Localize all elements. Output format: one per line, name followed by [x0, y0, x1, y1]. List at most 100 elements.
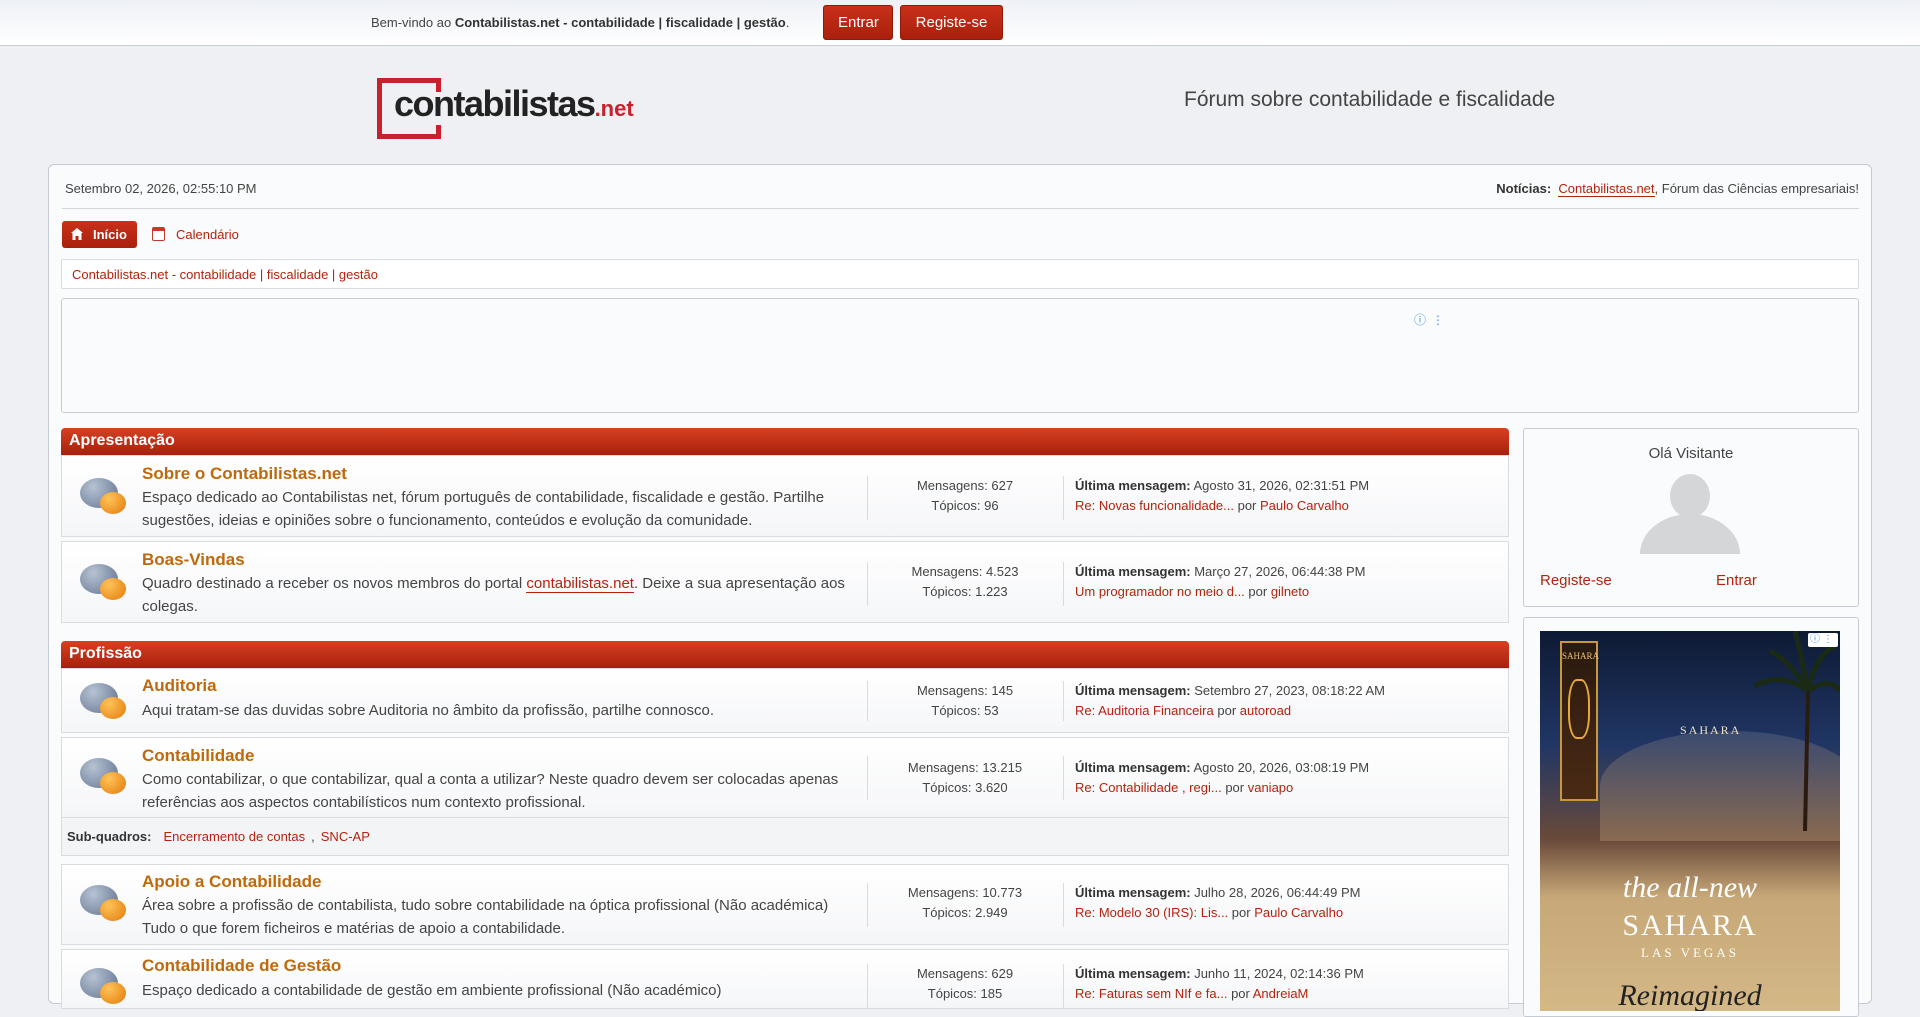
ad-headline-2: SAHARA [1622, 909, 1758, 942]
board-posts: Mensagens: 629 [916, 966, 1014, 981]
userbox-register-link[interactable]: Registe-se [1540, 572, 1612, 589]
last-post-label: Última mensagem: [1075, 683, 1191, 698]
logo-text: contabilistas.net [394, 83, 634, 125]
board-title-link[interactable]: Contabilidade de Gestão [142, 956, 341, 976]
calendar-icon [152, 227, 165, 241]
register-button[interactable]: Registe-se [900, 5, 1003, 40]
welcome-prefix: Bem-vindo ao [371, 15, 455, 30]
userbox-login-link[interactable]: Entrar [1716, 572, 1757, 589]
welcome-suffix: . [785, 15, 790, 30]
board-posts: Mensagens: 13.215 [907, 760, 1023, 775]
ad-info-icon[interactable]: ⓘ⋮ [1414, 311, 1450, 328]
nav-calendar-label: Calendário [176, 227, 239, 242]
user-box: Olá Visitante Registe-se Entrar [1523, 428, 1859, 607]
board-title-link[interactable]: Sobre o Contabilistas.net [142, 464, 347, 484]
last-post-date: Março 27, 2026, 06:44:38 PM [1190, 564, 1366, 579]
board-icon [80, 758, 128, 800]
current-datetime: Setembro 02, 2026, 02:55:10 PM [65, 181, 257, 196]
board-divider [867, 562, 868, 606]
ad-choices-icon[interactable]: ⓘ⋮ [1808, 633, 1838, 647]
board-last-post: Última mensagem: Agosto 20, 2026, 03:08:… [1075, 758, 1505, 798]
last-post-topic-link[interactable]: Re: Novas funcionalidade... [1075, 498, 1234, 513]
last-post-topic-link[interactable]: Um programador no meio d... [1075, 584, 1245, 599]
site-logo[interactable]: contabilistas.net [377, 78, 637, 140]
last-post-by: por [1233, 498, 1260, 513]
news-text: , Fórum das Ciências empresariais! [1654, 181, 1859, 196]
welcome-message: Bem-vindo ao Contabilistas.net - contabi… [371, 15, 789, 30]
home-icon [71, 228, 83, 240]
board-title-link[interactable]: Auditoria [142, 676, 217, 696]
board-title-link[interactable]: Apoio a Contabilidade [142, 872, 321, 892]
last-post-user-link[interactable]: gilneto [1271, 584, 1309, 599]
board-last-post: Última mensagem: Agosto 31, 2026, 02:31:… [1075, 476, 1505, 516]
board-icon [80, 478, 128, 520]
board-posts: Mensagens: 627 [916, 478, 1014, 493]
last-post-label: Última mensagem: [1075, 966, 1191, 981]
last-post-date: Junho 11, 2024, 02:14:36 PM [1190, 966, 1364, 981]
board-description: Espaço dedicado a contabilidade de gestã… [142, 982, 722, 999]
last-post-topic-link[interactable]: Re: Contabilidade , regi... [1075, 780, 1222, 795]
last-post-by: por [1213, 703, 1240, 718]
board-posts: Mensagens: 10.773 [907, 885, 1023, 900]
board-description-link[interactable]: contabilistas.net [526, 575, 634, 593]
last-post-user-link[interactable]: AndreiaM [1253, 986, 1309, 1001]
board-description: Quadro destinado a receber os novos memb… [142, 572, 857, 618]
board-last-post: Última mensagem: Setembro 27, 2023, 08:1… [1075, 681, 1505, 721]
board-description: Área sobre a profissão de contabilista, … [142, 897, 829, 937]
logo-tld: .net [594, 96, 634, 121]
last-post-label: Última mensagem: [1075, 478, 1191, 493]
board-description: Espaço dedicado ao Contabilistas net, fó… [142, 489, 825, 529]
board-topics: Tópicos: 185 [927, 986, 1003, 1001]
news-link[interactable]: Contabilistas.net [1558, 181, 1655, 197]
board-posts: Mensagens: 145 [916, 683, 1014, 698]
board-divider [1063, 883, 1064, 927]
sub-board-separator: , [311, 829, 315, 844]
nav-home-label: Início [93, 227, 127, 242]
board-topics: Tópicos: 2.949 [922, 905, 1008, 920]
last-post-by: por [1221, 780, 1248, 795]
last-post-user-link[interactable]: vaniapo [1248, 780, 1294, 795]
breadcrumb-home-link[interactable]: Contabilistas.net - contabilidade | fisc… [72, 267, 378, 282]
board-row: Sobre o Contabilistas.net Espaço dedicad… [61, 455, 1509, 537]
board-last-post: Última mensagem: Março 27, 2026, 06:44:3… [1075, 562, 1505, 602]
board-title-link[interactable]: Contabilidade [142, 746, 254, 766]
board-divider [1063, 681, 1064, 721]
board-topics: Tópicos: 3.620 [922, 780, 1008, 795]
nav-calendar-link[interactable]: Calendário [152, 227, 239, 242]
last-post-topic-link[interactable]: Re: Modelo 30 (IRS): Lis... [1075, 905, 1228, 920]
board-stats: Mensagens: 13.215 Tópicos: 3.620 [872, 758, 1058, 798]
sahara-logo-icon [1568, 679, 1590, 739]
board-posts: Mensagens: 4.523 [911, 564, 1019, 579]
board-row: Contabilidade de Gestão Espaço dedicado … [61, 949, 1509, 1009]
board-title-link[interactable]: Boas-Vindas [142, 550, 245, 570]
side-ad-box: SAHARA SAHARA the all-new SAHARA LAS VEG… [1523, 617, 1859, 1017]
last-post-topic-link[interactable]: Re: Faturas sem NIf e fa... [1075, 986, 1227, 1001]
board-row: Auditoria Aqui tratam-se das duvidas sob… [61, 668, 1509, 733]
last-post-user-link[interactable]: Paulo Carvalho [1254, 905, 1343, 920]
ad-headline-3: LAS VEGAS [1641, 945, 1739, 960]
ad-tower-text: SAHARA [1562, 651, 1600, 661]
palm-tree-icon [1753, 631, 1840, 831]
category-header-apresentacao[interactable]: Apresentação [61, 428, 1509, 455]
header-divider [62, 208, 1859, 209]
top-bar: Bem-vindo ao Contabilistas.net - contabi… [0, 0, 1920, 46]
board-stats: Mensagens: 10.773 Tópicos: 2.949 [872, 883, 1058, 923]
board-row: Apoio a Contabilidade Área sobre a profi… [61, 864, 1509, 945]
board-icon [80, 564, 128, 606]
board-divider [1063, 476, 1064, 520]
news-ticker: Notícias: Contabilistas.net, Fórum das C… [1496, 181, 1859, 197]
category-header-profissao[interactable]: Profissão [61, 641, 1509, 668]
last-post-user-link[interactable]: Paulo Carvalho [1260, 498, 1349, 513]
board-last-post: Última mensagem: Junho 11, 2024, 02:14:3… [1075, 964, 1505, 1004]
sub-board-link-encerramento[interactable]: Encerramento de contas [164, 829, 306, 844]
last-post-user-link[interactable]: autoroad [1240, 703, 1291, 718]
main-wrapper: Setembro 02, 2026, 02:55:10 PM Notícias:… [48, 164, 1872, 1017]
last-post-topic-link[interactable]: Re: Auditoria Financeira [1075, 703, 1214, 718]
sahara-ad-banner[interactable]: SAHARA SAHARA the all-new SAHARA LAS VEG… [1540, 631, 1840, 1011]
sub-board-link-snc-ap[interactable]: SNC-AP [321, 829, 370, 844]
last-post-label: Última mensagem: [1075, 564, 1191, 579]
nav-home-button[interactable]: Início [62, 221, 137, 248]
login-button[interactable]: Entrar [823, 5, 893, 40]
board-icon [80, 885, 128, 927]
board-divider [867, 476, 868, 520]
